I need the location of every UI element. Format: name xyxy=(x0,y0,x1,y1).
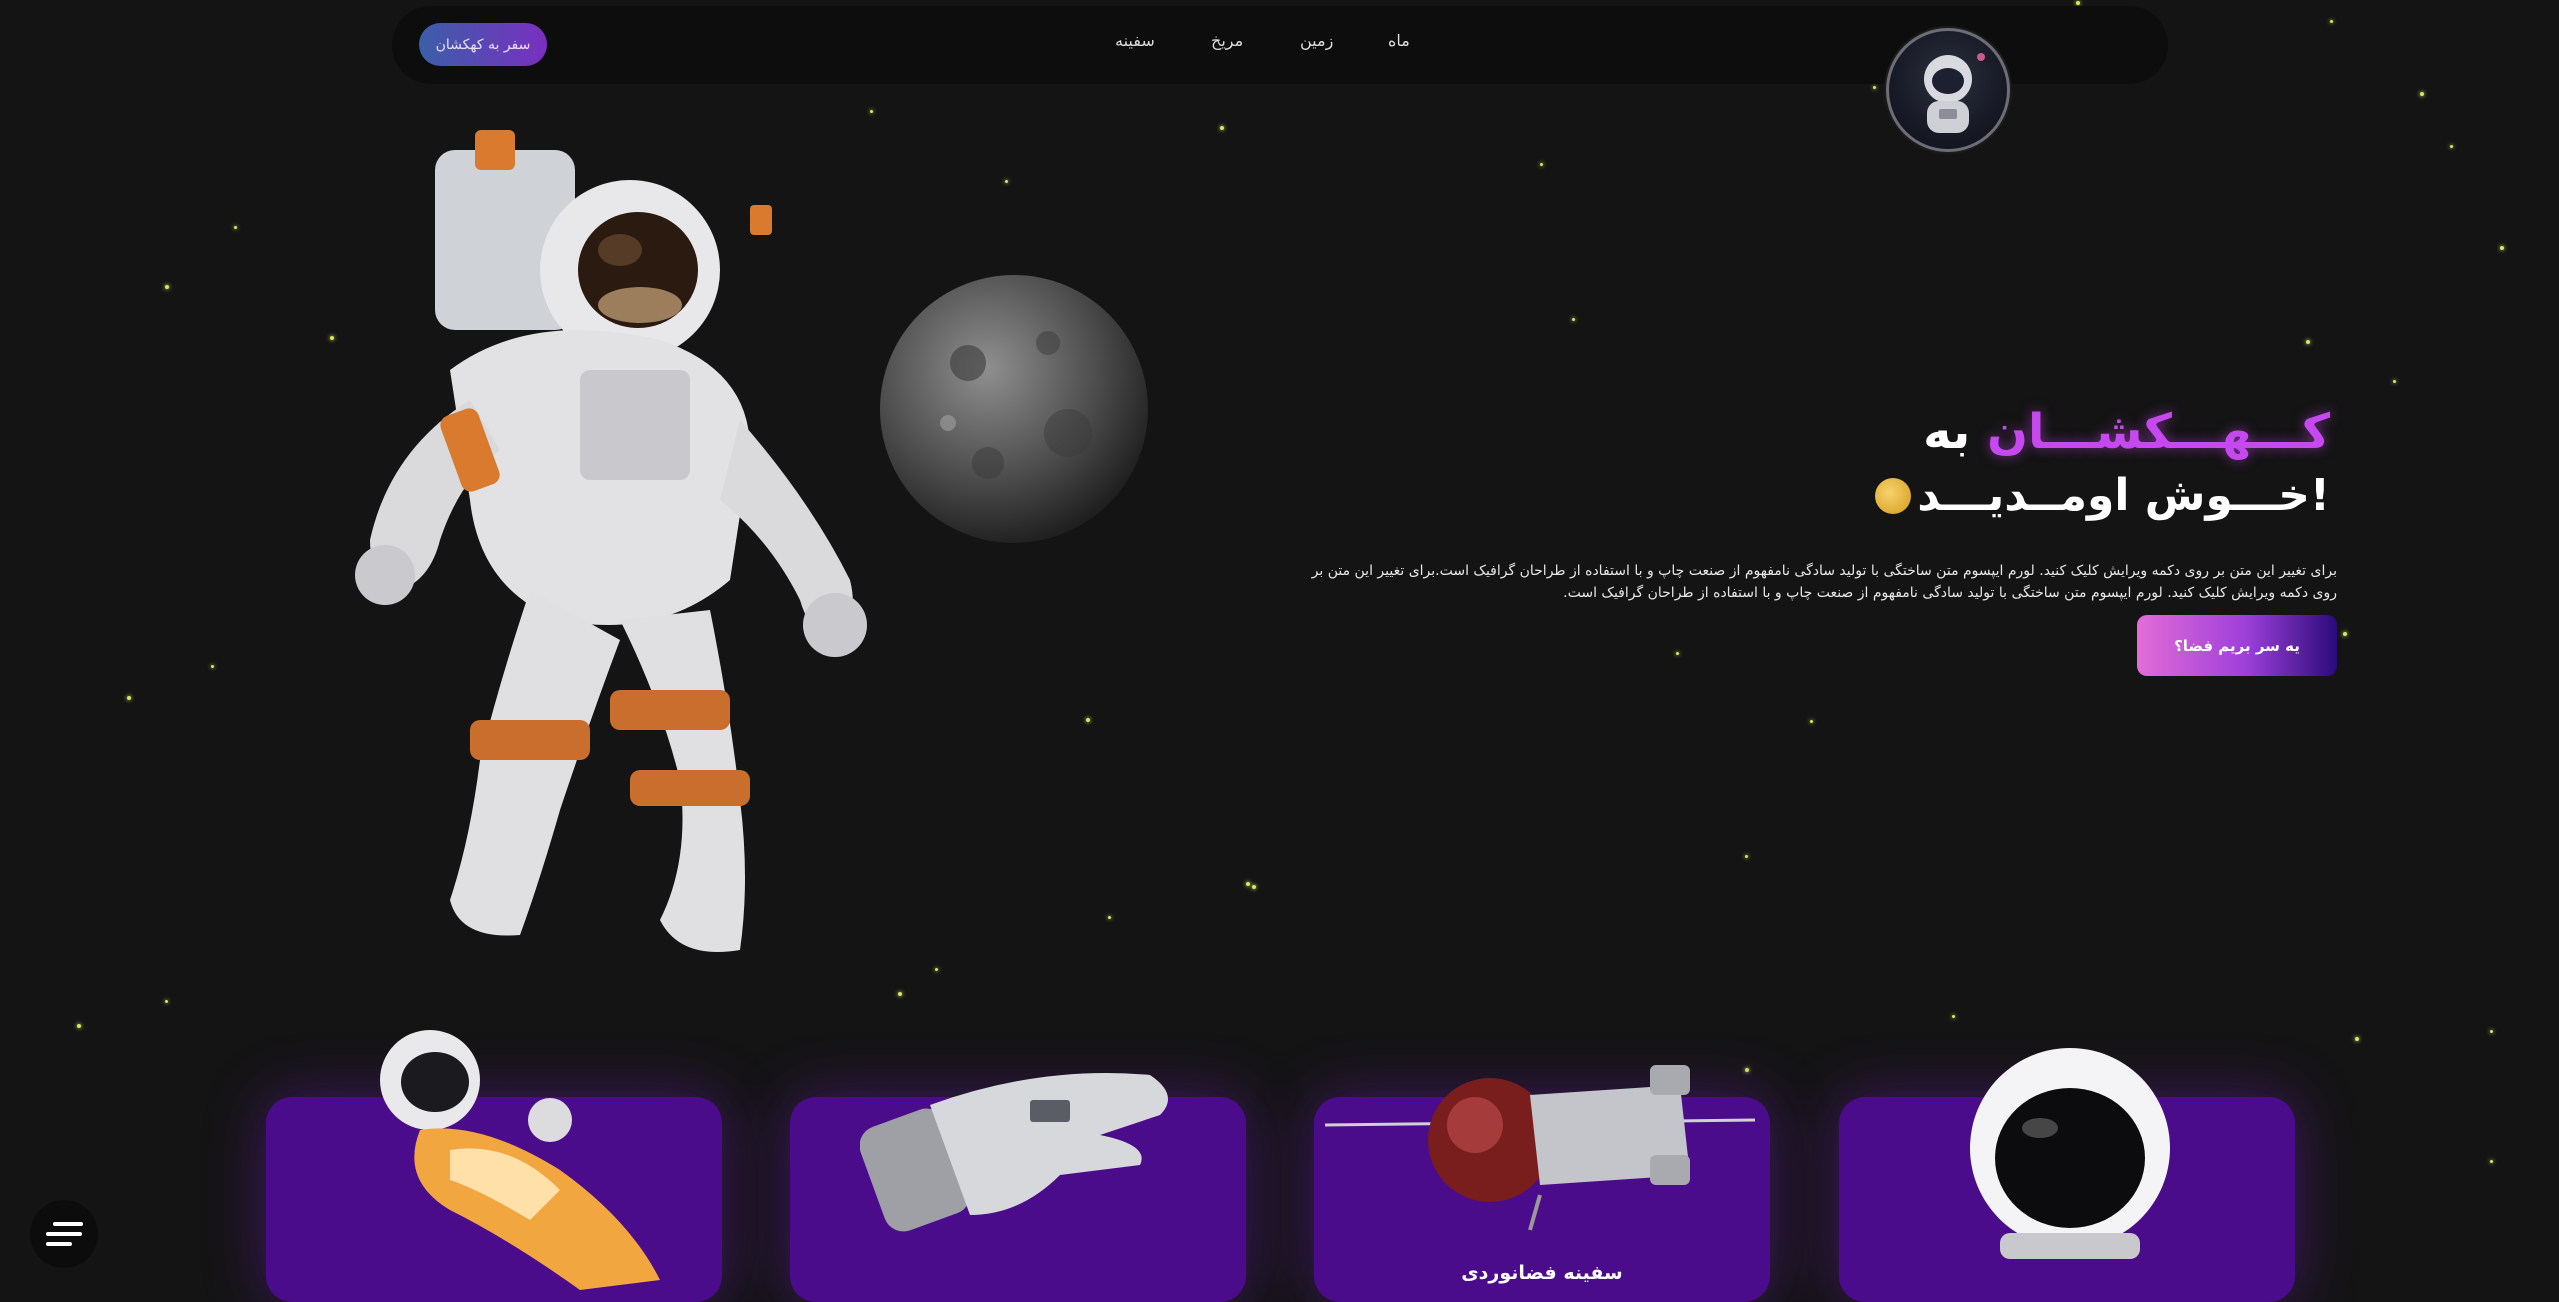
space-helmet-icon xyxy=(1970,1048,2170,1259)
hero-title-line2: خـــوش اومــدیـــد! xyxy=(1875,470,2330,521)
moon-icon xyxy=(880,275,1148,543)
nav-link-earth[interactable]: زمین xyxy=(1300,31,1333,50)
spaceship-icon xyxy=(1324,1065,1756,1231)
hero-title-prefix: به xyxy=(1923,404,1971,460)
nav-link-mars[interactable]: مریخ xyxy=(1211,31,1243,50)
nav-link-spaceship[interactable]: سفینه xyxy=(1115,31,1155,50)
lets-go-to-space-button[interactable]: یه سر بریم فضا؟ xyxy=(2137,615,2337,676)
hero-title-line1: کـــهـــکشـــان به xyxy=(1923,404,2330,460)
space-glove-icon xyxy=(860,1073,1168,1232)
astronaut-logo-icon[interactable] xyxy=(1886,28,2010,152)
floating-astronaut-icon xyxy=(355,130,867,952)
hero-paragraph: برای تغییر این متن بر روی دکمه ویرایش کل… xyxy=(1311,563,2337,601)
travel-to-galaxy-button[interactable]: سفر به کهکشان xyxy=(419,23,547,66)
astronaut-suit-icon xyxy=(380,1030,660,1290)
card-label-spaceship: سفینه فضانوردی xyxy=(1461,1262,1623,1284)
nav-link-moon[interactable]: ماه xyxy=(1388,31,1410,50)
menu-icon[interactable] xyxy=(30,1200,98,1268)
smiley-emoji-icon xyxy=(1875,477,1912,514)
hero-title-welcome: خـــوش اومــدیـــد! xyxy=(1917,470,2330,521)
hero-title-accent: کـــهـــکشـــان xyxy=(1986,404,2330,460)
